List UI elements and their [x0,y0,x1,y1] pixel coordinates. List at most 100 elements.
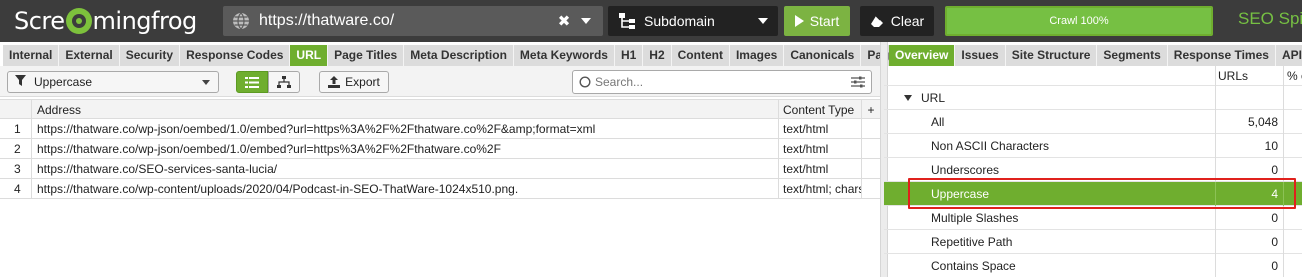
overview-row-pct [1284,182,1302,206]
search-box[interactable] [572,70,872,94]
row-number: 1 [0,119,32,139]
tab-meta-keywords[interactable]: Meta Keywords [513,45,615,66]
table-header-row: Address Content Type + [0,99,880,120]
app-logo: Scre mingfrog [14,4,197,38]
overview-row-pct [1284,230,1302,254]
tab-h2[interactable]: H2 [643,45,672,66]
tab-external[interactable]: External [59,45,120,66]
tree-icon [277,76,291,88]
product-title: SEO Spi [1238,9,1302,28]
overview-row-urls: 0 [1216,230,1284,254]
overview-row-pct [1284,206,1302,230]
tab-internal[interactable]: Internal [3,45,60,66]
tab-response-times[interactable]: Response Times [1167,45,1276,66]
tab-h1[interactable]: H1 [614,45,644,66]
overview-row-contains-space[interactable]: Contains Space 0 [884,254,1302,277]
tab-canonicals[interactable]: Canonicals [784,45,862,66]
export-button[interactable]: Export [319,71,389,93]
address-cell: https://thatware.co/SEO-services-santa-l… [32,159,779,179]
tab-page-titles[interactable]: Page Titles [328,45,405,66]
content-type-cell: text/html [779,159,862,179]
overview-row-urls: 10 [1216,134,1284,158]
expand-caret-icon[interactable] [904,95,912,102]
overview-row-urls: 0 [1216,254,1284,277]
overview-group-url[interactable]: URL [884,86,1302,110]
overview-group-pct [1284,86,1302,110]
table-body: 1 https://thatware.co/wp-json/oembed/1.0/… [0,119,880,199]
tab-security[interactable]: Security [119,45,181,66]
empty-cell [862,139,880,159]
filter-select[interactable]: Uppercase [7,71,219,93]
tab-issues[interactable]: Issues [955,45,1006,66]
url-input-box[interactable]: https://thatware.co/ ✖ [223,6,603,36]
tab-response-codes[interactable]: Response Codes [180,45,291,66]
row-number: 2 [0,139,32,159]
table-row[interactable]: 4 https://thatware.co/wp-content/uploads/… [0,179,880,199]
crawl-progress-label: Crawl 100% [1049,15,1109,27]
column-header-urls[interactable]: URLs [1216,66,1284,86]
overview-header-row: URLs % o [884,66,1302,86]
sitemap-icon [618,12,636,30]
overview-row-underscores[interactable]: Underscores 0 [884,158,1302,182]
list-view-button[interactable] [236,71,268,93]
overview-rows: All 5,048 Non ASCII Characters 10 Underscore… [884,110,1302,277]
tab-images[interactable]: Images [729,45,785,66]
upload-icon [328,76,341,88]
crawl-mode-label: Subdomain [644,13,715,29]
empty-cell [862,119,880,139]
overview-row-urls: 0 [1216,206,1284,230]
search-options-icon[interactable] [851,76,865,88]
overview-row-label: Uppercase [884,182,1216,206]
tab-segments[interactable]: Segments [1097,45,1168,66]
overview-row-all[interactable]: All 5,048 [884,110,1302,134]
overview-row-non-ascii-characters[interactable]: Non ASCII Characters 10 [884,134,1302,158]
overview-row-label: Underscores [884,158,1216,182]
tab-overview[interactable]: Overview [889,45,956,66]
table-row[interactable]: 1 https://thatware.co/wp-json/oembed/1.0/… [0,119,880,139]
overview-table: URLs % o URL All5,048Non ASCII Character… [884,66,1302,277]
column-header-content-type[interactable]: Content Type [779,100,862,120]
overview-group-label-cell: URL [884,86,1216,110]
logo-text-right: mingfrog [92,7,198,35]
overview-row-label: Multiple Slashes [884,206,1216,230]
table-row[interactable]: 3 https://thatware.co/SEO-services-santa-… [0,159,880,179]
overview-row-uppercase[interactable]: Uppercase 4 [884,182,1302,206]
row-number: 3 [0,159,32,179]
table-row[interactable]: 2 https://thatware.co/wp-json/oembed/1.0/… [0,139,880,159]
start-button[interactable]: Start [784,6,850,36]
url-input[interactable]: https://thatware.co/ [259,12,555,30]
column-header-address[interactable]: Address [32,100,779,120]
overview-row-pct [1284,110,1302,134]
tab-api[interactable]: API [1275,45,1302,66]
tab-site-structure[interactable]: Site Structure [1005,45,1098,66]
crawl-mode-select[interactable]: Subdomain [608,6,778,36]
filter-icon [15,75,26,89]
crawl-progress-bar: Crawl 100% [945,6,1213,36]
empty-cell [862,159,880,179]
url-table: Address Content Type + 1 https://thatware… [0,99,880,199]
add-column-button[interactable]: + [862,100,880,120]
tree-view-button[interactable] [268,71,300,93]
overview-row-label: Repetitive Path [884,230,1216,254]
tab-content[interactable]: Content [671,45,730,66]
row-number-header [0,100,32,120]
content-type-cell: text/html [779,119,862,139]
chevron-down-icon [202,79,210,85]
list-icon [245,76,259,88]
url-history-dropdown-icon[interactable] [581,18,591,24]
overview-row-pct [1284,254,1302,277]
search-input[interactable] [595,75,851,89]
clear-url-icon[interactable]: ✖ [555,12,573,30]
overview-row-label: Non ASCII Characters [884,134,1216,158]
tab-url[interactable]: URL [290,45,329,66]
column-header-percent[interactable]: % o [1284,66,1302,86]
row-number: 4 [0,179,32,199]
clear-button[interactable]: Clear [860,6,934,36]
empty-cell [862,179,880,199]
address-cell: https://thatware.co/wp-content/uploads/2… [32,179,779,199]
tab-meta-description[interactable]: Meta Description [404,45,514,66]
overview-row-pct [1284,158,1302,182]
frog-logo-icon [65,8,92,34]
overview-row-repetitive-path[interactable]: Repetitive Path 0 [884,230,1302,254]
overview-row-multiple-slashes[interactable]: Multiple Slashes 0 [884,206,1302,230]
